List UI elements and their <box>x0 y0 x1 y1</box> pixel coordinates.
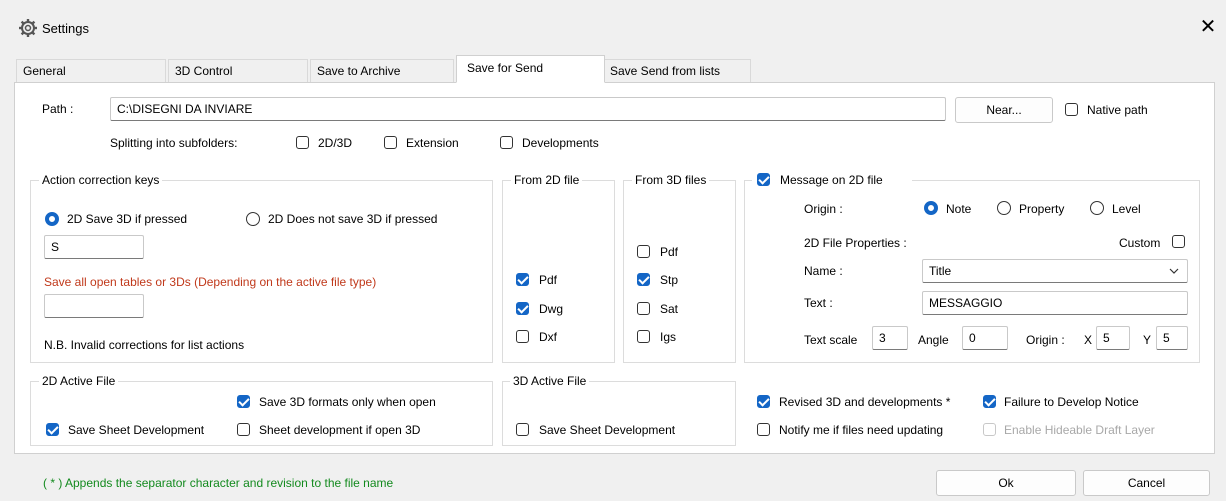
name-label: Name : <box>804 264 843 278</box>
origin-note-label: Note <box>946 202 972 216</box>
active-2d-save-sheet-label: Save Sheet Development <box>68 423 205 437</box>
from-2d-pdf-label: Pdf <box>539 273 558 287</box>
from-2d-dxf-label: Dxf <box>539 330 557 344</box>
split-extension-label: Extension <box>406 136 459 150</box>
radio-2d-save-3d[interactable] <box>45 212 59 226</box>
window-title: Settings <box>42 21 89 36</box>
tab-3d-control[interactable]: 3D Control <box>168 59 308 82</box>
save-all-key-input[interactable] <box>44 294 144 318</box>
message-on-2d-checkbox[interactable] <box>757 173 770 186</box>
radio-2d-save-3d-label: 2D Save 3D if pressed <box>67 212 188 226</box>
path-label: Path : <box>42 102 74 116</box>
from-2d-title: From 2D file <box>511 173 583 187</box>
title-bar <box>0 0 1226 54</box>
action-keys-group <box>30 180 493 363</box>
origin2-label: Origin : <box>1026 333 1065 347</box>
angle-input[interactable]: 0 <box>962 326 1008 350</box>
from-2d-dwg-label: Dwg <box>539 302 564 316</box>
origin-level-radio[interactable] <box>1090 201 1104 215</box>
from-3d-pdf-label: Pdf <box>660 245 679 259</box>
active-3d-save-sheet-label: Save Sheet Development <box>539 423 676 437</box>
notify-updating-label: Notify me if files need updating <box>779 423 944 437</box>
tab-save-for-send[interactable]: Save for Send <box>456 55 605 83</box>
ok-button[interactable]: Ok <box>936 470 1076 496</box>
active-3d-title: 3D Active File <box>510 374 590 388</box>
cancel-button[interactable]: Cancel <box>1083 470 1210 496</box>
splitting-label: Splitting into subfolders: <box>110 136 238 150</box>
near-button[interactable]: Near... <box>955 97 1053 123</box>
split-developments-checkbox[interactable] <box>500 136 513 149</box>
file-properties-label: 2D File Properties : <box>804 236 907 250</box>
save-3d-formats-label: Save 3D formats only when open <box>259 395 436 409</box>
chevron-down-icon <box>1169 268 1179 274</box>
from-3d-stp-checkbox[interactable] <box>637 273 650 286</box>
origin-property-radio[interactable] <box>997 201 1011 215</box>
from-3d-igs-label: Igs <box>660 330 677 344</box>
from-3d-pdf-checkbox[interactable] <box>637 245 650 258</box>
footer-note: ( * ) Appends the separator character an… <box>43 476 394 490</box>
sheet-if-open-3d-label: Sheet development if open 3D <box>259 423 421 437</box>
from-3d-title: From 3D files <box>632 173 710 187</box>
from-3d-igs-checkbox[interactable] <box>637 330 650 343</box>
name-select-value: Title <box>929 264 952 278</box>
failure-notice-label: Failure to Develop Notice <box>1004 395 1139 409</box>
close-icon[interactable]: ✕ <box>1197 16 1219 38</box>
save-all-label: Save all open tables or 3Ds (Depending o… <box>44 275 377 289</box>
invalid-corrections-note: N.B. Invalid corrections for list action… <box>44 338 245 352</box>
action-keys-title: Action correction keys <box>39 173 163 187</box>
x-label: X <box>1084 333 1093 347</box>
active-2d-save-sheet-checkbox[interactable] <box>46 423 59 436</box>
text-input[interactable]: MESSAGGIO <box>922 291 1188 315</box>
from-3d-sat-checkbox[interactable] <box>637 302 650 315</box>
from-3d-stp-label: Stp <box>660 273 679 287</box>
hideable-draft-layer-label: Enable Hideable Draft Layer <box>1004 423 1155 437</box>
x-input[interactable]: 5 <box>1096 326 1130 350</box>
correction-key-input[interactable]: S <box>44 235 144 259</box>
from-2d-pdf-checkbox[interactable] <box>516 273 529 286</box>
message-on-2d-label: Message on 2D file <box>780 173 883 187</box>
revised-3d-label: Revised 3D and developments * <box>779 395 951 409</box>
hideable-draft-layer-checkbox[interactable] <box>983 423 996 436</box>
y-label: Y <box>1143 333 1152 347</box>
save-3d-formats-checkbox[interactable] <box>237 395 250 408</box>
tab-general[interactable]: General <box>16 59 166 82</box>
name-select[interactable]: Title <box>922 259 1188 283</box>
tab-save-to-archive[interactable]: Save to Archive <box>310 59 454 82</box>
y-input[interactable]: 5 <box>1156 326 1188 350</box>
text-scale-input[interactable]: 3 <box>872 326 908 350</box>
split-2d3d-checkbox[interactable] <box>296 136 309 149</box>
failure-notice-checkbox[interactable] <box>983 395 996 408</box>
text-label: Text : <box>804 296 833 310</box>
text-scale-label: Text scale <box>804 333 858 347</box>
origin-label: Origin : <box>804 202 843 216</box>
sheet-if-open-3d-checkbox[interactable] <box>237 423 250 436</box>
custom-checkbox[interactable] <box>1172 235 1185 248</box>
custom-label: Custom <box>1119 236 1161 250</box>
from-2d-dwg-checkbox[interactable] <box>516 302 529 315</box>
active-3d-save-sheet-checkbox[interactable] <box>516 423 529 436</box>
split-2d3d-label: 2D/3D <box>318 136 353 150</box>
gear-icon <box>19 19 37 37</box>
notify-updating-checkbox[interactable] <box>757 423 770 436</box>
tab-save-send-from-lists[interactable]: Save Send from lists <box>603 59 751 82</box>
from-2d-dxf-checkbox[interactable] <box>516 330 529 343</box>
split-developments-label: Developments <box>522 136 599 150</box>
angle-label: Angle <box>918 333 949 347</box>
radio-2d-no-save-3d[interactable] <box>246 212 260 226</box>
split-extension-checkbox[interactable] <box>384 136 397 149</box>
origin-note-radio[interactable] <box>924 201 938 215</box>
native-path-label: Native path <box>1087 103 1148 117</box>
origin-property-label: Property <box>1019 202 1065 216</box>
path-input[interactable]: C:\DISEGNI DA INVIARE <box>110 97 946 121</box>
revised-3d-checkbox[interactable] <box>757 395 770 408</box>
origin-level-label: Level <box>1112 202 1141 216</box>
active-2d-title: 2D Active File <box>39 374 119 388</box>
from-3d-sat-label: Sat <box>660 302 679 316</box>
radio-2d-no-save-3d-label: 2D Does not save 3D if pressed <box>268 212 438 226</box>
native-path-checkbox[interactable] <box>1065 103 1078 116</box>
